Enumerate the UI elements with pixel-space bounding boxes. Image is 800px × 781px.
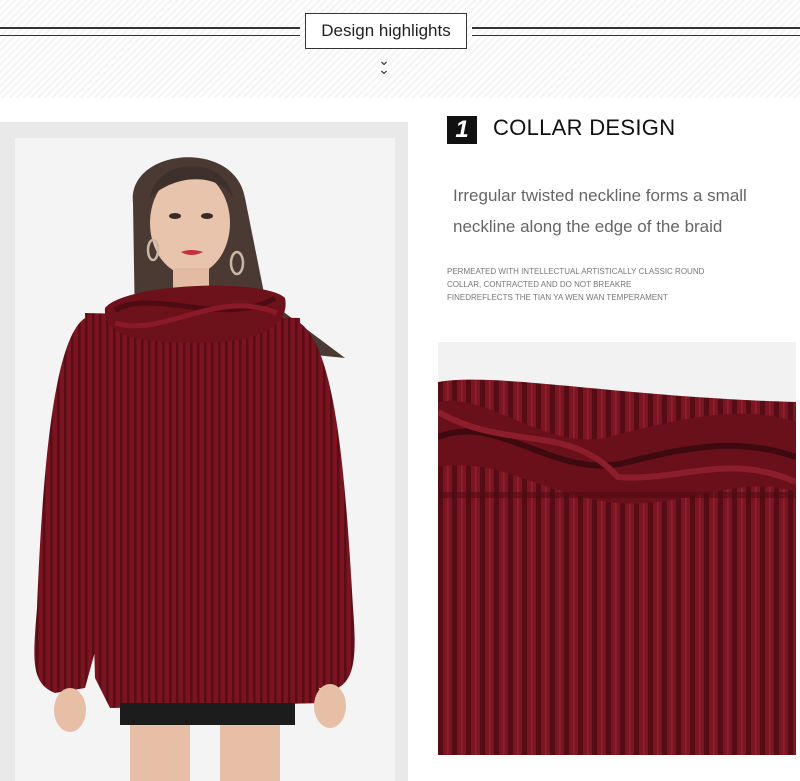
collar-description: Irregular twisted neckline forms a small… xyxy=(453,180,793,242)
fine-print-line: PERMEATED WITH INTELLECTUAL ARTISTICALLY… xyxy=(447,267,705,276)
fine-print: PERMEATED WITH INTELLECTUAL ARTISTICALLY… xyxy=(447,265,747,304)
design-highlights-header: Design highlights ⌄ ⌄ xyxy=(0,0,800,98)
header-rule-right-bottom xyxy=(472,35,800,36)
section-title: Design highlights xyxy=(305,13,467,49)
description-line: neckline along the edge of the braid xyxy=(453,217,723,236)
header-rule-left-top xyxy=(0,27,300,29)
collar-design-heading: COLLAR DESIGN xyxy=(493,115,676,140)
collar-detail-photo xyxy=(438,342,796,755)
model-photo xyxy=(15,138,395,781)
double-chevron-down-icon: ⌄ ⌄ xyxy=(378,52,390,77)
fine-print-line: COLLAR, CONTRACTED AND DO NOT BREAKRE xyxy=(447,280,632,289)
header-rule-right-top xyxy=(472,27,800,29)
description-line: Irregular twisted neckline forms a small xyxy=(453,186,747,205)
fine-print-line: FINEDREFLECTS THE TIAN YA WEN WAN TEMPER… xyxy=(447,293,668,302)
section-number-badge: 1 xyxy=(447,116,477,144)
header-rule-left-bottom xyxy=(0,35,300,36)
